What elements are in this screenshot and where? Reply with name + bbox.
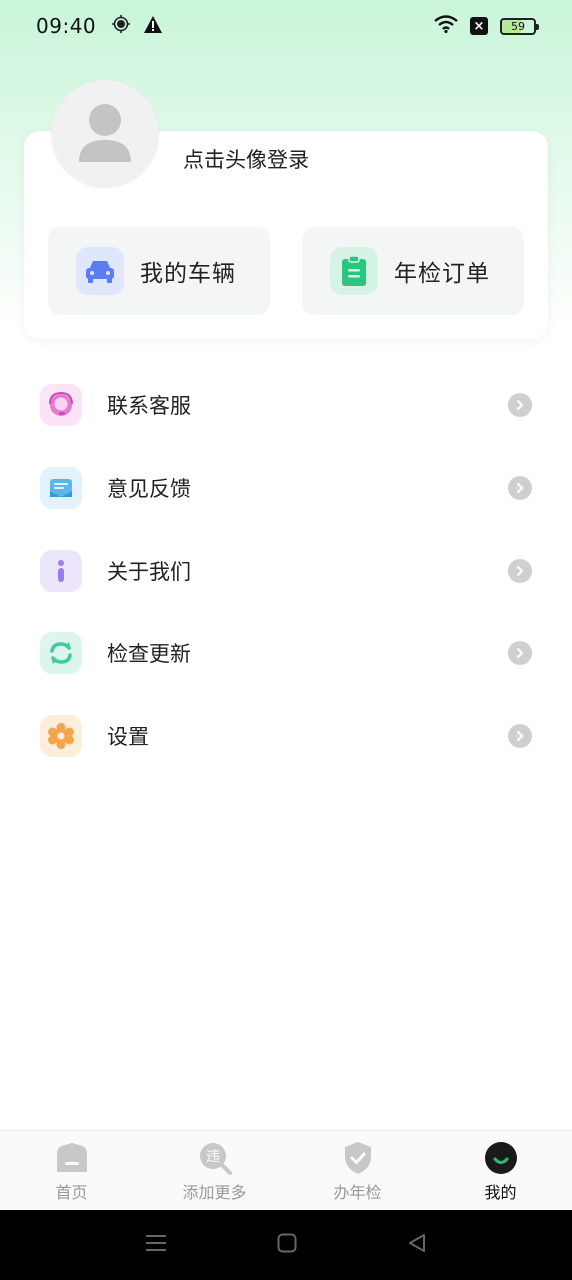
refresh-icon xyxy=(40,632,82,674)
car-icon xyxy=(76,247,124,295)
no-sim-icon: × xyxy=(470,17,488,35)
clipboard-icon xyxy=(330,247,378,295)
warning-icon xyxy=(144,14,163,38)
menu-label-check-update: 检查更新 xyxy=(107,642,191,666)
violation-search-icon: 违 xyxy=(198,1141,232,1175)
menu-label-settings: 设置 xyxy=(107,725,149,749)
profile-smile-icon xyxy=(484,1141,518,1175)
menu-label-feedback: 意见反馈 xyxy=(107,477,191,501)
chevron-right-icon xyxy=(508,641,532,665)
chevron-right-icon xyxy=(508,724,532,748)
nav-add-more[interactable]: 违 添加更多 xyxy=(143,1131,286,1210)
home-square-icon[interactable] xyxy=(277,1233,297,1257)
svg-text:违: 违 xyxy=(206,1149,220,1165)
home-icon xyxy=(55,1141,89,1175)
nav-inspection[interactable]: 办年检 xyxy=(286,1131,429,1210)
nav-home[interactable]: 首页 xyxy=(0,1131,143,1210)
menu-item-check-update[interactable]: 检查更新 xyxy=(0,612,572,694)
wifi-icon xyxy=(434,14,458,38)
menu-item-feedback[interactable]: 意见反馈 xyxy=(0,447,572,529)
my-vehicles-label: 我的车辆 xyxy=(140,261,236,287)
back-triangle-icon[interactable] xyxy=(407,1233,427,1257)
chevron-right-icon xyxy=(508,476,532,500)
bottom-nav: 首页 违 添加更多 办年检 我的 xyxy=(0,1130,572,1210)
menu-label-about-us: 关于我们 xyxy=(107,560,191,584)
login-prompt[interactable]: 点击头像登录 xyxy=(183,144,309,174)
chevron-right-icon xyxy=(508,559,532,583)
shield-check-icon xyxy=(341,1141,375,1175)
feedback-icon xyxy=(40,467,82,509)
nav-mine[interactable]: 我的 xyxy=(429,1131,572,1210)
nav-label-add-more: 添加更多 xyxy=(182,1183,247,1202)
nav-label-mine: 我的 xyxy=(484,1183,517,1202)
location-icon xyxy=(112,14,131,38)
inspection-orders-button[interactable]: 年检订单 xyxy=(302,227,524,315)
menu-item-customer-service[interactable]: 联系客服 xyxy=(0,364,572,446)
menu-item-settings[interactable]: 设置 xyxy=(0,695,572,777)
inspection-orders-label: 年检订单 xyxy=(394,261,490,287)
settings-gear-icon xyxy=(40,715,82,757)
nav-label-inspection: 办年检 xyxy=(333,1183,382,1202)
chevron-right-icon xyxy=(508,393,532,417)
status-time: 09:40 xyxy=(36,14,97,38)
system-nav-bar xyxy=(0,1210,572,1280)
default-avatar-icon xyxy=(79,104,131,162)
nav-label-home: 首页 xyxy=(55,1183,88,1202)
battery-icon: 59 xyxy=(500,17,539,35)
status-bar: 09:40 × 59 xyxy=(0,0,572,52)
menu-label-customer-service: 联系客服 xyxy=(107,394,191,418)
menu-item-about-us[interactable]: 关于我们 xyxy=(0,530,572,612)
customer-service-icon xyxy=(40,384,82,426)
menu-lines-icon[interactable] xyxy=(145,1234,167,1256)
info-icon xyxy=(40,550,82,592)
avatar[interactable] xyxy=(51,80,159,188)
my-vehicles-button[interactable]: 我的车辆 xyxy=(48,227,270,315)
